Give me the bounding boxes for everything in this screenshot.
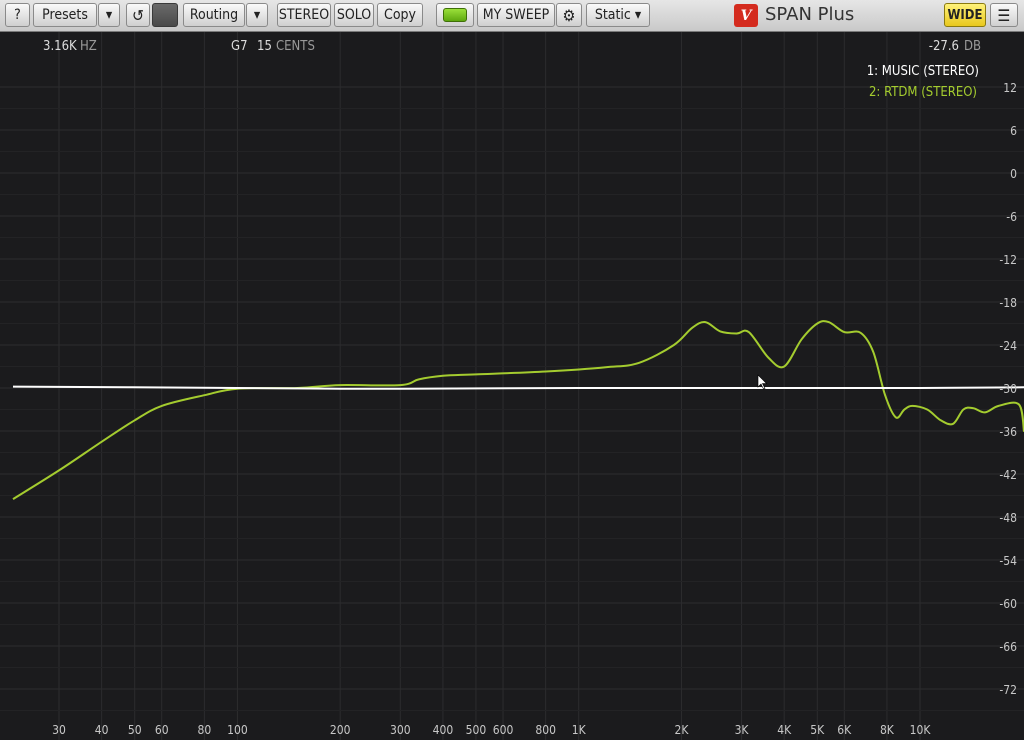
hamburger-menu-icon: ☰	[997, 5, 1011, 25]
solo-button[interactable]: SOLO	[334, 3, 374, 27]
x-tick-label: 6K	[837, 723, 852, 737]
enable-indicator-icon	[443, 8, 467, 22]
frequency-unit: HZ	[80, 39, 97, 54]
frequency-value: 3.16K	[43, 39, 77, 54]
x-tick-label: 300	[390, 723, 411, 737]
y-tick-label: -24	[999, 339, 1017, 353]
y-tick-label: -42	[999, 468, 1017, 482]
span-plus-window: ? Presets ▾ ↺ Routing ▾ STEREO SOLO Copy…	[0, 0, 1024, 740]
y-tick-label: -30	[999, 382, 1017, 396]
x-tick-label: 2K	[674, 723, 689, 737]
chevron-down-icon: ▾	[253, 7, 261, 23]
presets-dropdown-button[interactable]: ▾	[98, 3, 120, 27]
enable-toggle[interactable]	[436, 3, 474, 27]
x-tick-label: 400	[433, 723, 454, 737]
color-swatch-button[interactable]	[152, 3, 178, 27]
voxengo-logo-icon: V	[734, 4, 758, 27]
legend-item-music[interactable]: 1: MUSIC (STEREO)	[867, 64, 979, 79]
undo-icon: ↺	[131, 5, 145, 25]
y-tick-label: -12	[999, 253, 1017, 267]
settings-button[interactable]: ⚙	[556, 3, 582, 27]
note-value: G7	[231, 39, 248, 54]
cents-unit: CENTS	[276, 39, 315, 54]
plot-background	[0, 32, 1024, 740]
mode-dropdown[interactable]: Static ▾	[586, 3, 650, 27]
stereo-button[interactable]: STEREO	[277, 3, 331, 27]
x-tick-label: 40	[95, 723, 109, 737]
product-title: SPAN Plus	[765, 4, 855, 25]
legend-item-rtdm[interactable]: 2: RTDM (STEREO)	[869, 85, 977, 100]
y-tick-label: -54	[999, 554, 1017, 568]
menu-button[interactable]: ☰	[990, 3, 1018, 27]
y-tick-label: 6	[1010, 124, 1017, 138]
x-tick-label: 8K	[880, 723, 895, 737]
presets-button[interactable]: Presets	[33, 3, 97, 27]
chevron-down-icon: ▾	[105, 7, 113, 23]
db-value: -27.6	[929, 39, 959, 54]
copy-button[interactable]: Copy	[377, 3, 423, 27]
y-tick-label: -36	[999, 425, 1017, 439]
x-tick-label: 3K	[735, 723, 750, 737]
sweep-preset-button[interactable]: MY SWEEP	[477, 3, 555, 27]
x-tick-label: 10K	[910, 723, 932, 737]
x-tick-label: 60	[155, 723, 169, 737]
x-tick-label: 800	[535, 723, 556, 737]
x-tick-label: 500	[466, 723, 487, 737]
x-tick-label: 30	[52, 723, 66, 737]
x-tick-label: 100	[227, 723, 248, 737]
x-tick-label: 50	[128, 723, 142, 737]
routing-button[interactable]: Routing	[183, 3, 245, 27]
x-tick-label: 5K	[810, 723, 825, 737]
y-tick-label: 12	[1003, 81, 1017, 95]
x-tick-label: 4K	[777, 723, 792, 737]
wide-button[interactable]: WIDE	[944, 3, 986, 27]
cents-value: 15	[257, 39, 272, 54]
x-tick-label: 80	[198, 723, 212, 737]
routing-dropdown-button[interactable]: ▾	[246, 3, 268, 27]
spectrum-plot[interactable]: 1260-6-12-18-24-30-36-42-48-54-60-66-72 …	[0, 32, 1024, 740]
y-tick-label: 0	[1010, 167, 1017, 181]
x-tick-label: 200	[330, 723, 351, 737]
y-tick-label: -72	[999, 683, 1017, 697]
x-tick-label: 600	[493, 723, 514, 737]
y-tick-label: -6	[1006, 210, 1017, 224]
y-tick-label: -66	[999, 640, 1017, 654]
help-button[interactable]: ?	[5, 3, 30, 27]
toolbar: ? Presets ▾ ↺ Routing ▾ STEREO SOLO Copy…	[0, 0, 1024, 32]
y-tick-label: -18	[999, 296, 1017, 310]
gear-icon: ⚙	[562, 5, 576, 25]
undo-button[interactable]: ↺	[126, 3, 150, 27]
x-tick-label: 1K	[572, 723, 587, 737]
db-unit: DB	[964, 39, 981, 54]
y-tick-label: -48	[999, 511, 1017, 525]
y-tick-label: -60	[999, 597, 1017, 611]
